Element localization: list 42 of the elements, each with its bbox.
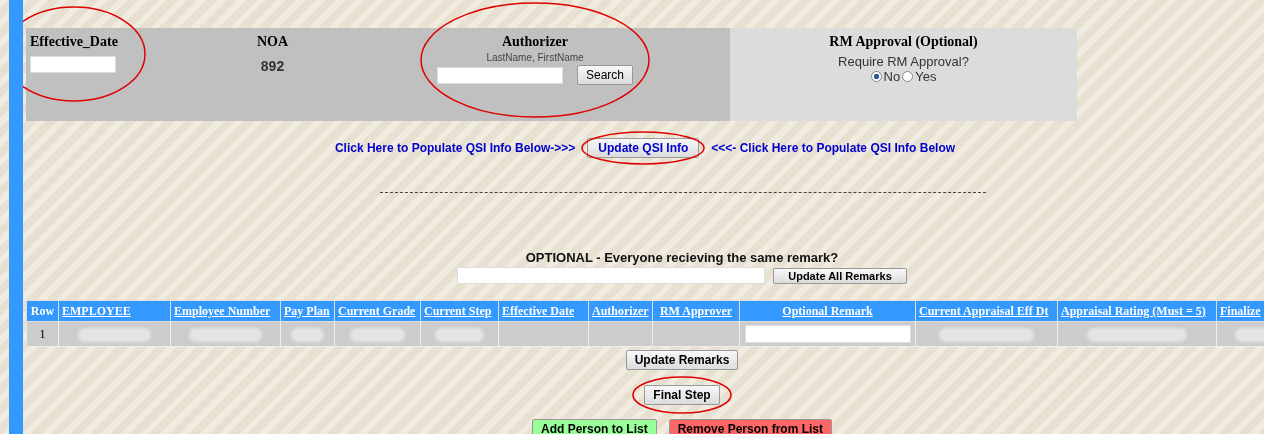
search-button[interactable]: Search xyxy=(577,65,633,85)
column-header[interactable]: Employee Number xyxy=(170,300,281,322)
remark-field[interactable] xyxy=(457,267,766,284)
authorizer-field[interactable] xyxy=(437,66,563,84)
column-header[interactable]: Optional Remark xyxy=(739,300,916,322)
column-header[interactable]: RM Approver xyxy=(652,300,740,322)
field-label: Authorizer xyxy=(501,34,569,50)
update-remarks-button[interactable]: Update Remarks xyxy=(625,350,739,370)
column-header[interactable]: Pay Plan xyxy=(280,300,335,322)
redacted-value xyxy=(434,327,485,342)
column-header[interactable]: Finalize xyxy=(1216,300,1264,322)
list-button[interactable]: Add Person to List xyxy=(531,419,657,434)
update-qsi-button[interactable]: Update QSI Info xyxy=(587,138,700,158)
radio-button[interactable] xyxy=(870,71,882,82)
radio-label: Yes xyxy=(915,69,937,84)
column-header[interactable]: Authorizer xyxy=(588,300,653,322)
column-header: Row xyxy=(26,300,59,322)
instruction-text: <<<- Click Here to Populate QSI Info Below xyxy=(711,141,956,155)
column-header[interactable]: EMPLOYEE xyxy=(58,300,171,322)
noa-value: 892 xyxy=(260,58,285,74)
radio-label: No xyxy=(883,69,901,84)
instruction-text: Click Here to Populate QSI Info Below->>> xyxy=(334,141,576,155)
column-label: NOA xyxy=(256,34,289,50)
list-button[interactable]: Remove Person from List xyxy=(668,419,832,434)
update-all-remarks-button[interactable]: Update All Remarks xyxy=(773,267,907,284)
column-header[interactable]: Current Step xyxy=(420,300,499,322)
remark-question: OPTIONAL - Everyone recieving the same remark? xyxy=(525,250,839,265)
field-label: Effective_Date xyxy=(30,34,118,50)
column-header[interactable]: Current Grade xyxy=(334,300,421,322)
panel-title: RM Approval (Optional) xyxy=(829,34,978,50)
redacted-value xyxy=(291,327,324,342)
radio-button[interactable] xyxy=(902,71,914,82)
column-header[interactable]: Current Appraisal Eff Dt xyxy=(915,300,1058,322)
table-cell: 1 xyxy=(26,321,59,347)
redacted-value xyxy=(349,327,406,342)
column-header[interactable]: Effective Date xyxy=(498,300,589,322)
date-field[interactable] xyxy=(30,56,116,73)
final-step-button[interactable]: Final Step xyxy=(644,385,720,405)
remark-input[interactable] xyxy=(744,325,911,343)
column-header[interactable]: Appraisal Rating (Must = 5) xyxy=(1057,300,1217,322)
question-text: Require RM Approval? xyxy=(838,54,969,69)
field-hint: LastName, FirstName xyxy=(486,52,584,63)
